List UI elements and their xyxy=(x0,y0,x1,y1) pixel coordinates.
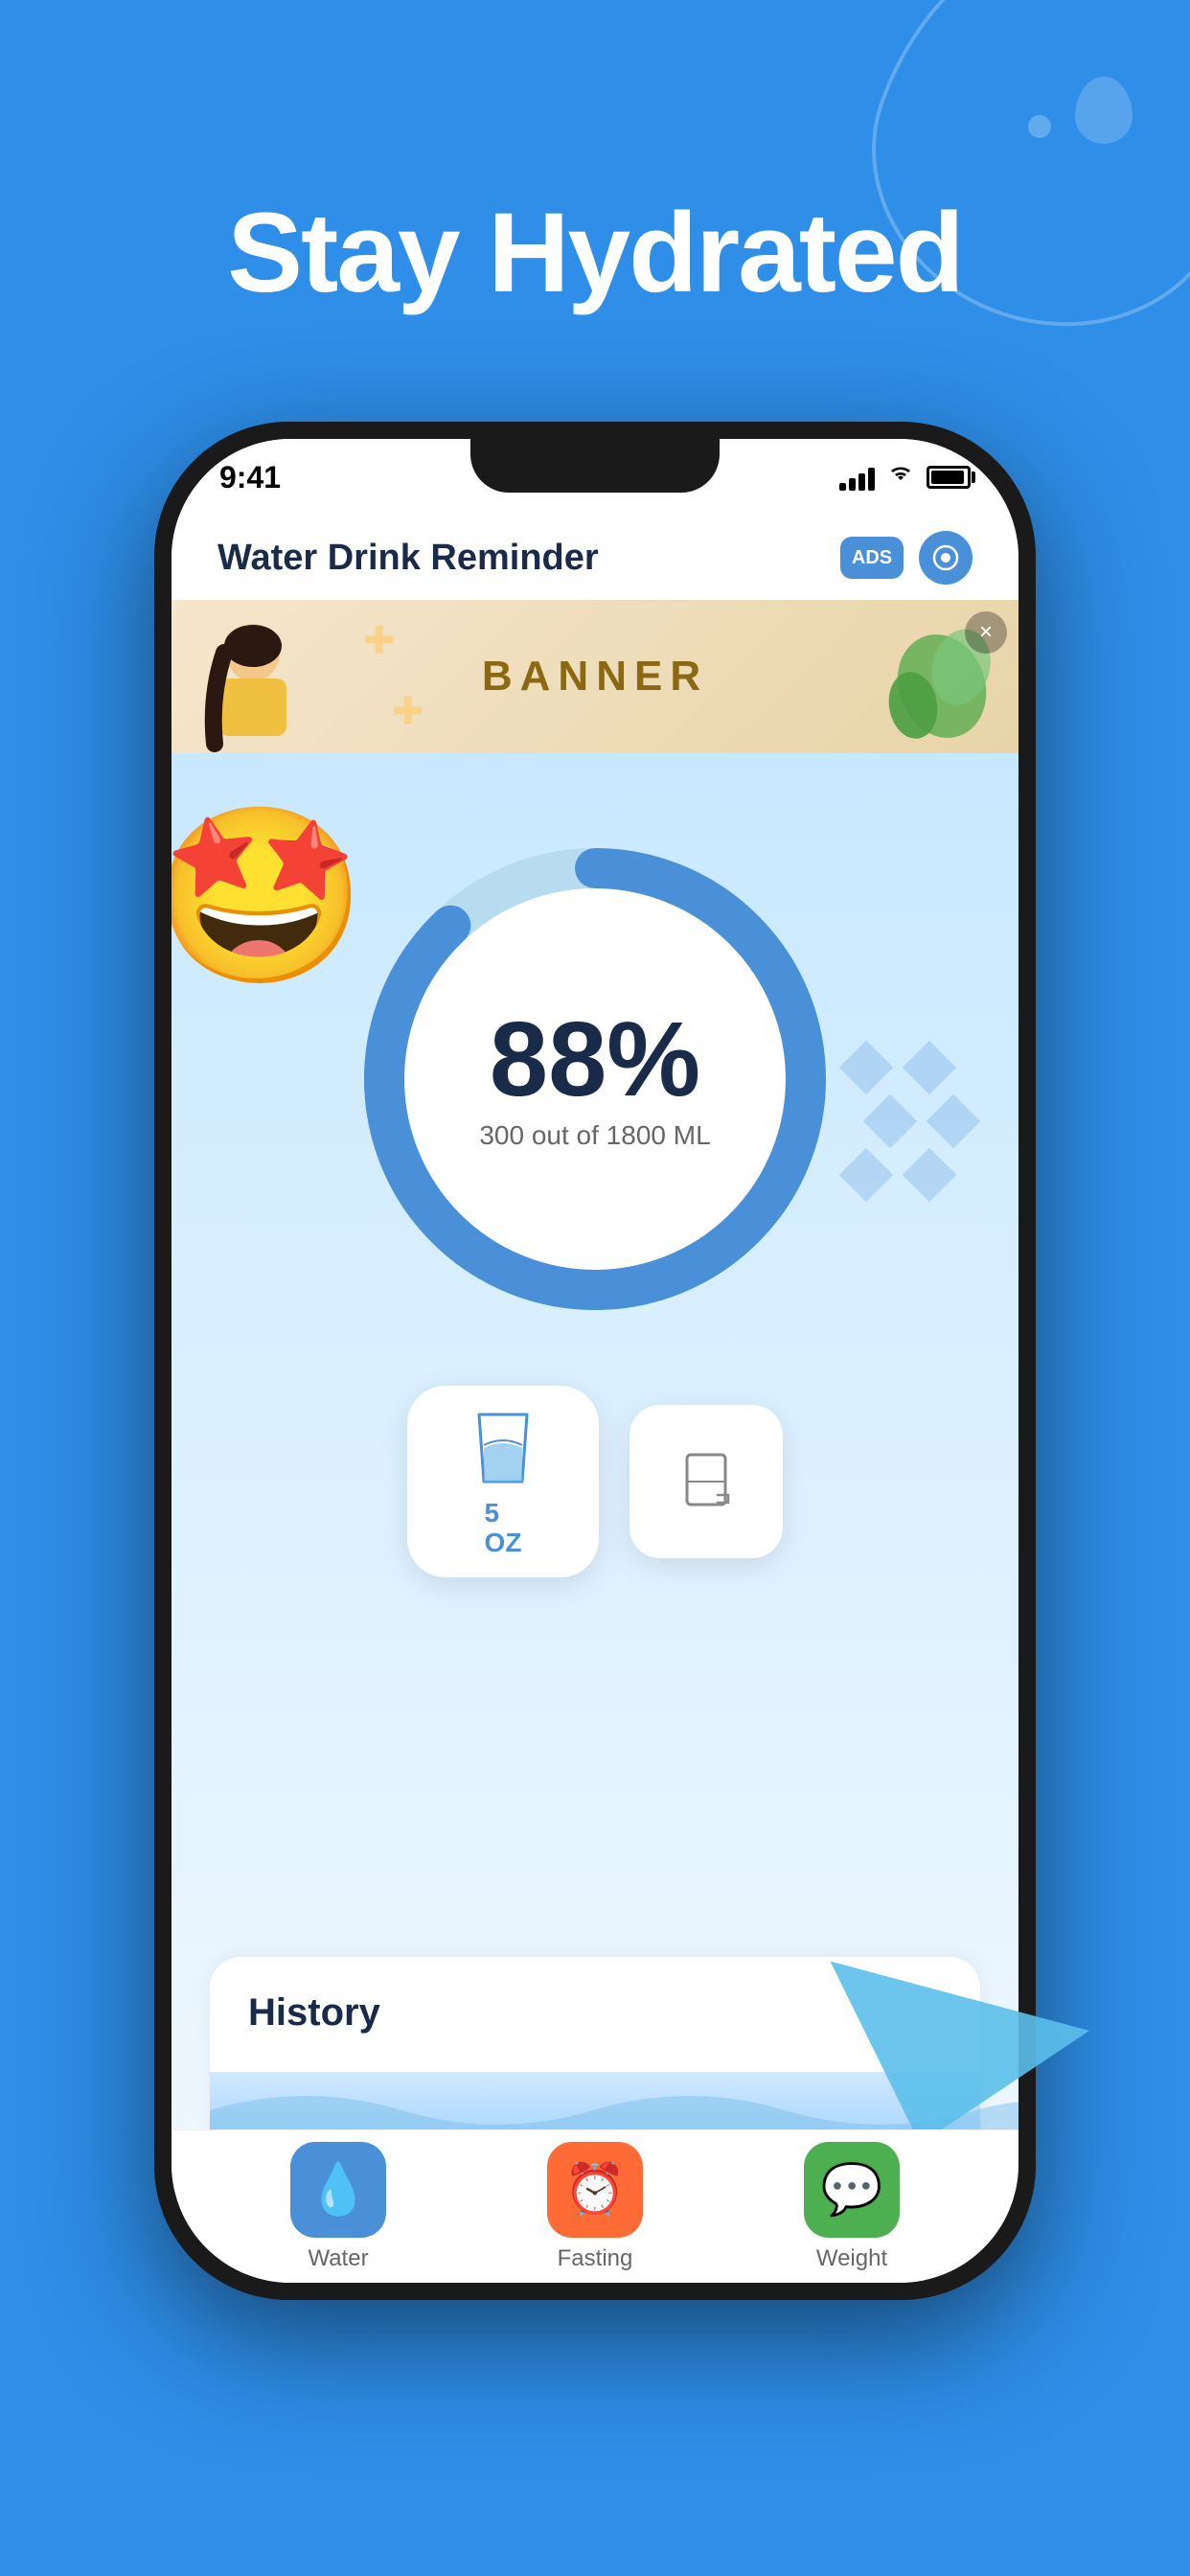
history-title: History xyxy=(248,1991,380,2034)
ads-button[interactable]: ADS xyxy=(840,537,904,579)
drink-oz-label: 5OZ xyxy=(485,1499,522,1558)
water-tab-label: Water xyxy=(308,2245,368,2272)
status-time: 9:41 xyxy=(219,460,281,495)
custom-drink-icon xyxy=(675,1447,737,1516)
battery-icon xyxy=(927,466,971,489)
settings-button[interactable] xyxy=(919,531,973,585)
banner-ad[interactable]: BANNER ✚ ✚ × xyxy=(172,600,1018,753)
emoji-mascot: 🤩 xyxy=(172,811,363,1022)
ring-center-content: 88% 300 out of 1800 ML xyxy=(479,1007,710,1151)
page-title: Stay Hydrated xyxy=(0,192,1190,316)
progress-subtitle: 300 out of 1800 ML xyxy=(479,1120,710,1151)
progress-percent: 88% xyxy=(490,1007,700,1113)
tab-bar: 💧 Water ⏰ Fasting 💬 Weight xyxy=(172,2129,1018,2283)
fasting-tab-label: Fasting xyxy=(558,2245,633,2272)
banner-plus-icon: ✚ xyxy=(363,619,396,663)
water-glass-icon xyxy=(465,1405,541,1491)
header-icons: ADS xyxy=(840,531,973,585)
tab-water[interactable]: 💧 Water xyxy=(290,2142,386,2272)
bg-dot-decoration xyxy=(1028,115,1051,138)
wifi-icon xyxy=(886,462,915,493)
banner-close-button[interactable]: × xyxy=(965,611,1007,654)
status-icons xyxy=(839,462,971,493)
primary-drink-button[interactable]: 5OZ xyxy=(407,1386,599,1577)
tab-weight[interactable]: 💬 Weight xyxy=(804,2142,900,2272)
drink-buttons-row: 5OZ xyxy=(172,1386,1018,1577)
banner-plus-icon-2: ✚ xyxy=(392,690,424,734)
secondary-drink-button[interactable] xyxy=(629,1405,783,1558)
main-content: 🤩 xyxy=(172,753,1018,2149)
bg-drop-decoration xyxy=(826,0,1190,376)
phone-mockup: 9:41 xyxy=(154,422,1036,2415)
tab-fasting[interactable]: ⏰ Fasting xyxy=(547,2142,643,2272)
banner-text: BANNER xyxy=(482,653,708,701)
signal-icon xyxy=(839,464,875,491)
weight-tab-icon: 💬 xyxy=(804,2142,900,2238)
app-title: Water Drink Reminder xyxy=(217,538,599,579)
app-header: Water Drink Reminder ADS xyxy=(172,516,1018,600)
fasting-tab-icon: ⏰ xyxy=(547,2142,643,2238)
phone-notch xyxy=(470,439,720,493)
water-tab-icon: 💧 xyxy=(290,2142,386,2238)
banner-girl-illustration xyxy=(191,619,315,753)
weight-tab-label: Weight xyxy=(816,2245,887,2272)
